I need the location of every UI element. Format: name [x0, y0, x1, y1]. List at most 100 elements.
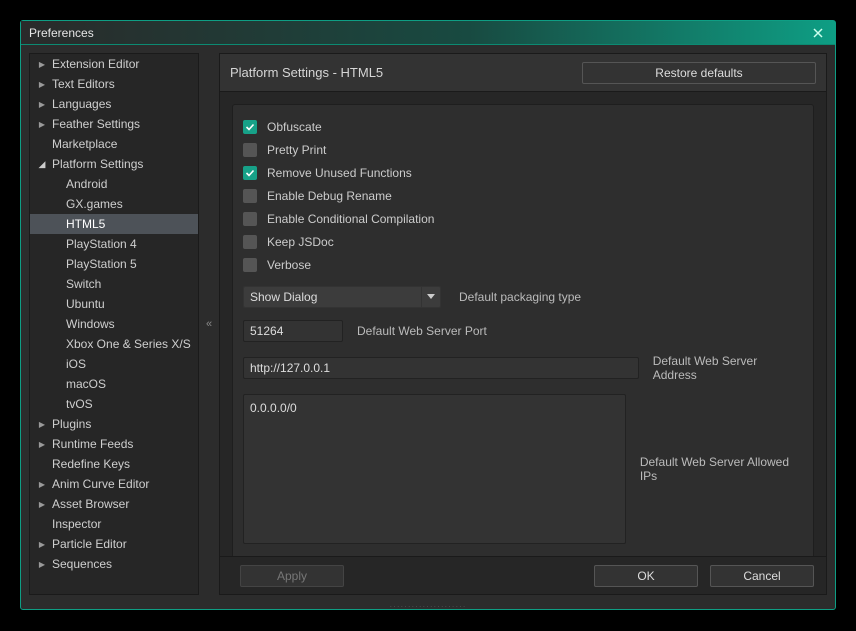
packaging-type-dropdown-button[interactable]: [421, 286, 441, 308]
tree-item-label: iOS: [66, 357, 86, 371]
checkbox[interactable]: [243, 258, 257, 272]
web-server-address-row: Default Web Server Address: [243, 354, 803, 382]
web-server-port-label: Default Web Server Port: [357, 324, 487, 338]
checkbox-row: Remove Unused Functions: [243, 161, 803, 184]
tree-item[interactable]: GX.games: [30, 194, 198, 214]
tree-item[interactable]: macOS: [30, 374, 198, 394]
checkbox-row: Obfuscate: [243, 115, 803, 138]
web-server-address-input[interactable]: [243, 357, 639, 379]
tree-collapse-icon[interactable]: ▶: [36, 60, 48, 69]
tree-item[interactable]: iOS: [30, 354, 198, 374]
tree-item-label: Text Editors: [52, 77, 115, 91]
restore-defaults-button[interactable]: Restore defaults: [582, 62, 816, 84]
tree-item[interactable]: ▶ Plugins: [30, 414, 198, 434]
checkbox-row: Keep JSDoc: [243, 230, 803, 253]
tree-collapse-icon[interactable]: ▶: [36, 480, 48, 489]
allowed-ips-label: Default Web Server Allowed IPs: [640, 455, 803, 483]
apply-button[interactable]: Apply: [240, 565, 344, 587]
tree-item[interactable]: Xbox One & Series X/S: [30, 334, 198, 354]
checkbox[interactable]: [243, 120, 257, 134]
tree-item-label: Xbox One & Series X/S: [66, 337, 191, 351]
category-tree[interactable]: ▶Extension Editor▶Text Editors▶Languages…: [29, 53, 199, 595]
tree-item[interactable]: Android: [30, 174, 198, 194]
tree-item[interactable]: ▶Sequences: [30, 554, 198, 574]
panel-title: Platform Settings - HTML5: [230, 65, 570, 80]
cancel-button[interactable]: Cancel: [710, 565, 814, 587]
tree-collapse-icon[interactable]: ▶: [36, 500, 48, 509]
tree-collapse-icon[interactable]: ▶: [36, 560, 48, 569]
tree-item-label: Asset Browser: [52, 497, 129, 511]
dialog-body: ▶Extension Editor▶Text Editors▶Languages…: [21, 45, 835, 603]
tree-collapse-icon[interactable]: ▶: [36, 120, 48, 129]
tree-item[interactable]: PlayStation 4: [30, 234, 198, 254]
tree-expand-icon[interactable]: ◢: [36, 159, 48, 170]
tree-item-label: Languages: [52, 97, 111, 111]
settings-panel: Platform Settings - HTML5 Restore defaul…: [219, 53, 827, 595]
checkbox-label: Remove Unused Functions: [267, 166, 412, 180]
tree-item-label: Switch: [66, 277, 101, 291]
resize-grip-icon: ·····················: [390, 602, 467, 611]
tree-item[interactable]: Windows: [30, 314, 198, 334]
web-server-port-input[interactable]: [243, 320, 343, 342]
tree-item[interactable]: Redefine Keys: [30, 454, 198, 474]
tree-item[interactable]: Marketplace: [30, 134, 198, 154]
tree-collapse-icon[interactable]: ▶: [36, 440, 48, 449]
tree-item-label: GX.games: [66, 197, 123, 211]
checkbox-label: Obfuscate: [267, 120, 322, 134]
checkbox[interactable]: [243, 166, 257, 180]
checkbox[interactable]: [243, 212, 257, 226]
tree-item[interactable]: PlayStation 5: [30, 254, 198, 274]
checkbox[interactable]: [243, 235, 257, 249]
collapse-sidebar-handle[interactable]: «: [205, 53, 213, 595]
tree-item[interactable]: Ubuntu: [30, 294, 198, 314]
packaging-type-label: Default packaging type: [459, 290, 581, 304]
tree-collapse-icon[interactable]: ▶: [36, 420, 48, 429]
tree-collapse-icon[interactable]: ▶: [36, 80, 48, 89]
allowed-ips-input[interactable]: [243, 394, 626, 544]
tree-item[interactable]: ▶ Asset Browser: [30, 494, 198, 514]
tree-item-label: Feather Settings: [52, 117, 140, 131]
tree-item-label: PlayStation 5: [66, 257, 137, 271]
tree-item-label: Windows: [66, 317, 115, 331]
tree-item[interactable]: Inspector: [30, 514, 198, 534]
checkbox[interactable]: [243, 143, 257, 157]
packaging-type-row: Show Dialog Default packaging type: [243, 286, 803, 308]
checkmark-icon: [245, 122, 255, 132]
checkbox[interactable]: [243, 189, 257, 203]
tree-item[interactable]: ▶ Particle Editor: [30, 534, 198, 554]
tree-item[interactable]: ▶ Feather Settings: [30, 114, 198, 134]
packaging-type-value: Show Dialog: [243, 286, 421, 308]
tree-item-label: HTML5: [66, 217, 105, 231]
web-server-port-row: Default Web Server Port: [243, 320, 803, 342]
resize-grip[interactable]: ·····················: [21, 603, 835, 609]
tree-item[interactable]: Switch: [30, 274, 198, 294]
checkbox-row: Enable Conditional Compilation: [243, 207, 803, 230]
tree-item-label: Particle Editor: [52, 537, 127, 551]
tree-item[interactable]: ▶Runtime Feeds: [30, 434, 198, 454]
tree-item[interactable]: ▶Anim Curve Editor: [30, 474, 198, 494]
tree-item[interactable]: ▶ Text Editors: [30, 74, 198, 94]
window-title: Preferences: [29, 26, 809, 40]
tree-item[interactable]: ▶ Languages: [30, 94, 198, 114]
collapse-icon: «: [206, 318, 212, 330]
close-button[interactable]: [809, 25, 827, 41]
tree-item-label: macOS: [66, 377, 106, 391]
panel-body: ObfuscatePretty PrintRemove Unused Funct…: [220, 92, 826, 556]
tree-collapse-icon[interactable]: ▶: [36, 100, 48, 109]
tree-item[interactable]: tvOS: [30, 394, 198, 414]
tree-item[interactable]: ◢ Platform Settings: [30, 154, 198, 174]
close-icon: [813, 28, 823, 38]
tree-item[interactable]: ▶Extension Editor: [30, 54, 198, 74]
checkmark-icon: [245, 168, 255, 178]
ok-button[interactable]: OK: [594, 565, 698, 587]
checkbox-label: Enable Conditional Compilation: [267, 212, 434, 226]
tree-item-label: Plugins: [52, 417, 91, 431]
tree-item-label: Android: [66, 177, 107, 191]
allowed-ips-row: Default Web Server Allowed IPs: [243, 394, 803, 544]
packaging-type-combo[interactable]: Show Dialog: [243, 286, 441, 308]
tree-item-label: Marketplace: [52, 137, 117, 151]
tree-item-label: Platform Settings: [52, 157, 143, 171]
tree-collapse-icon[interactable]: ▶: [36, 540, 48, 549]
tree-item[interactable]: HTML5: [30, 214, 198, 234]
tree-item-label: Redefine Keys: [52, 457, 130, 471]
